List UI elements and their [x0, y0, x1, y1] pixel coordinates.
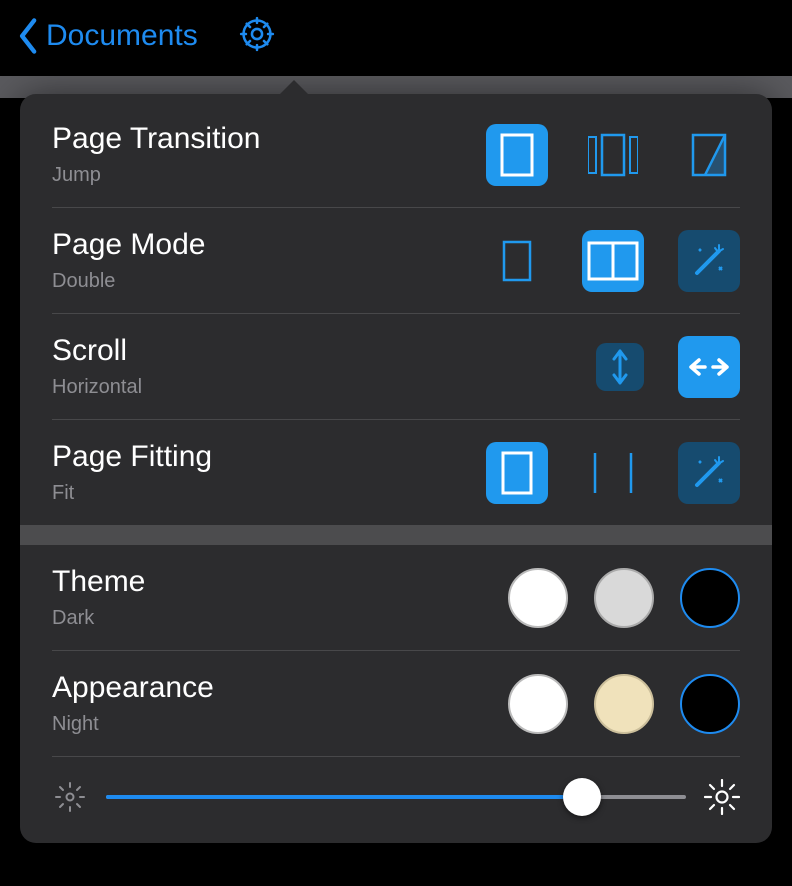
scroll-value: Horizontal — [52, 376, 142, 399]
appearance-sepia-option[interactable] — [594, 674, 654, 734]
appearance-title: Appearance — [52, 671, 214, 705]
appearance-row: Appearance Night — [20, 651, 772, 756]
single-page-icon — [499, 133, 535, 177]
scroll-options — [596, 336, 740, 398]
brightness-fill — [106, 795, 582, 799]
page-fitting-title: Page Fitting — [52, 440, 212, 474]
back-label: Documents — [46, 19, 198, 53]
theme-value: Dark — [52, 607, 145, 630]
theme-dark-option[interactable] — [680, 568, 740, 628]
magic-wand-icon — [689, 241, 729, 281]
page-mode-double-option[interactable] — [582, 230, 644, 292]
theme-white-option[interactable] — [508, 568, 568, 628]
scroll-horizontal-option[interactable] — [678, 336, 740, 398]
theme-labels: Theme Dark — [52, 565, 145, 630]
double-page-icon — [587, 241, 639, 281]
scroll-labels: Scroll Horizontal — [52, 334, 142, 399]
theme-row: Theme Dark — [20, 545, 772, 650]
page-mode-options — [486, 230, 740, 292]
horizontal-arrows-icon — [687, 356, 731, 378]
theme-gray-option[interactable] — [594, 568, 654, 628]
settings-button[interactable] — [238, 15, 276, 58]
page-transition-curl-option[interactable] — [678, 124, 740, 186]
page-transition-title: Page Transition — [52, 122, 260, 156]
page-fitting-adaptive-option[interactable] — [678, 442, 740, 504]
brightness-row — [20, 757, 772, 843]
appearance-night-option[interactable] — [680, 674, 740, 734]
magic-wand-icon — [689, 453, 729, 493]
page-transition-row: Page Transition Jump — [20, 102, 772, 207]
page-curl-icon — [691, 133, 727, 177]
header-bar: Documents — [0, 0, 792, 72]
page-fitting-value: Fit — [52, 482, 212, 505]
scroll-title: Scroll — [52, 334, 142, 368]
brightness-high-icon — [704, 779, 740, 815]
section-divider — [20, 525, 772, 545]
chevron-left-icon — [18, 17, 40, 55]
page-mode-single-option[interactable] — [486, 230, 548, 292]
appearance-options — [508, 674, 740, 734]
brightness-low-icon — [52, 779, 88, 815]
appearance-value: Night — [52, 713, 214, 736]
fill-width-icon — [591, 451, 635, 495]
single-page-icon — [502, 240, 532, 282]
page-mode-automatic-option[interactable] — [678, 230, 740, 292]
appearance-white-option[interactable] — [508, 674, 568, 734]
page-transition-options — [486, 124, 740, 186]
settings-popover: Page Transition Jump Page Mode Double — [20, 94, 772, 843]
theme-title: Theme — [52, 565, 145, 599]
appearance-labels: Appearance Night — [52, 671, 214, 736]
scroll-row: Scroll Horizontal — [20, 314, 772, 419]
scroll-vertical-option[interactable] — [596, 343, 644, 391]
fit-page-icon — [500, 451, 534, 495]
back-button[interactable]: Documents — [18, 17, 198, 55]
page-fitting-labels: Page Fitting Fit — [52, 440, 212, 505]
page-mode-title: Page Mode — [52, 228, 205, 262]
brightness-slider[interactable] — [106, 795, 686, 799]
page-fitting-options — [486, 442, 740, 504]
page-mode-value: Double — [52, 270, 205, 293]
page-fitting-fit-option[interactable] — [486, 442, 548, 504]
continuous-pages-icon — [588, 133, 638, 177]
vertical-arrows-icon — [610, 349, 630, 385]
page-fitting-width-option[interactable] — [582, 442, 644, 504]
page-transition-value: Jump — [52, 164, 260, 187]
popover-pointer — [278, 80, 310, 96]
gear-icon — [238, 15, 276, 53]
page-fitting-row: Page Fitting Fit — [20, 420, 772, 525]
brightness-thumb[interactable] — [563, 778, 601, 816]
theme-options — [508, 568, 740, 628]
page-mode-row: Page Mode Double — [20, 208, 772, 313]
page-transition-labels: Page Transition Jump — [52, 122, 260, 187]
page-transition-scroll-option[interactable] — [582, 124, 644, 186]
page-transition-jump-option[interactable] — [486, 124, 548, 186]
page-mode-labels: Page Mode Double — [52, 228, 205, 293]
